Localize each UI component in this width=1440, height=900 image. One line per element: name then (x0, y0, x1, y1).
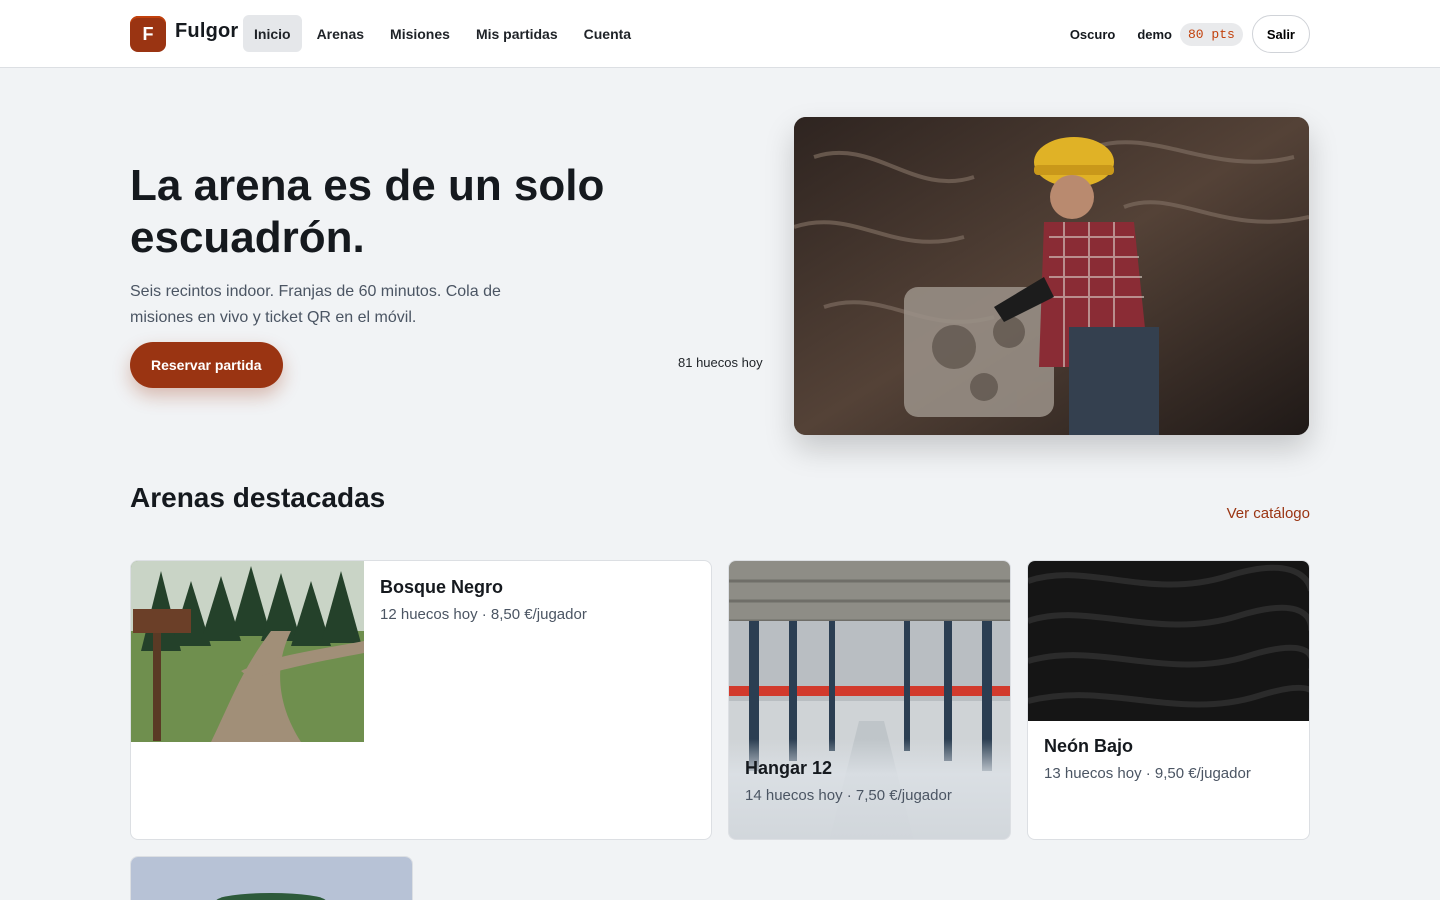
theme-toggle[interactable]: Oscuro (1070, 27, 1116, 42)
nav-item-misiones[interactable]: Misiones (379, 15, 461, 52)
username: demo (1137, 26, 1172, 42)
hero-image (794, 117, 1309, 435)
arena-meta: 12 huecos hoy · 8,50 €/jugador (380, 606, 587, 623)
nav-item-arenas[interactable]: Arenas (306, 15, 375, 52)
arena-name: Neón Bajo (1044, 736, 1134, 756)
brand-name[interactable]: Fulgor (175, 20, 238, 43)
arena-card-hangar-12[interactable]: Hangar 12 14 huecos hoy · 7,50 €/jugador (728, 560, 1011, 840)
logo-icon[interactable]: F (130, 16, 166, 52)
arena-card-partial[interactable] (130, 856, 413, 900)
section-title: Arenas destacadas (130, 482, 386, 513)
arena-meta: 13 huecos hoy · 9,50 €/jugador (1044, 765, 1251, 782)
arena-meta: 14 huecos hoy · 7,50 €/jugador (745, 787, 952, 804)
view-catalog-link[interactable]: Ver catálogo (1227, 505, 1310, 522)
points-badge: 80 pts (1180, 22, 1243, 46)
hero-subtitle: Seis recintos indoor. Franjas de 60 minu… (130, 283, 501, 326)
arena-thumbnail-forest (131, 561, 364, 742)
worker-photo-illustration (794, 117, 1309, 435)
main-nav: Inicio Arenas Misiones Mis partidas Cuen… (243, 15, 646, 52)
top-bar: F Fulgor Inicio Arenas Misiones Mis part… (0, 0, 1440, 68)
arena-name: Hangar 12 (745, 758, 833, 778)
arena-thumbnail-dark-sand (1028, 561, 1309, 721)
arena-card-bosque-negro[interactable]: Bosque Negro 12 huecos hoy · 8,50 €/juga… (130, 560, 712, 840)
nav-item-cuenta[interactable]: Cuenta (573, 15, 642, 52)
nav-item-mis-partidas[interactable]: Mis partidas (465, 15, 569, 52)
nav-item-inicio[interactable]: Inicio (243, 15, 302, 52)
logout-button[interactable]: Salir (1251, 15, 1310, 53)
hero-title: La arena es de un solo escuadrón. (130, 161, 605, 262)
book-match-button[interactable]: Reservar partida (130, 342, 283, 388)
arena-thumbnail-partial (131, 857, 412, 900)
arena-name: Bosque Negro (380, 577, 504, 597)
arena-card-neon-bajo[interactable]: Neón Bajo 13 huecos hoy · 9,50 €/jugador (1027, 560, 1310, 840)
slots-today: 81 huecos hoy (678, 355, 763, 370)
user-tools: Oscuro demo 80 pts Salir (1070, 15, 1310, 53)
